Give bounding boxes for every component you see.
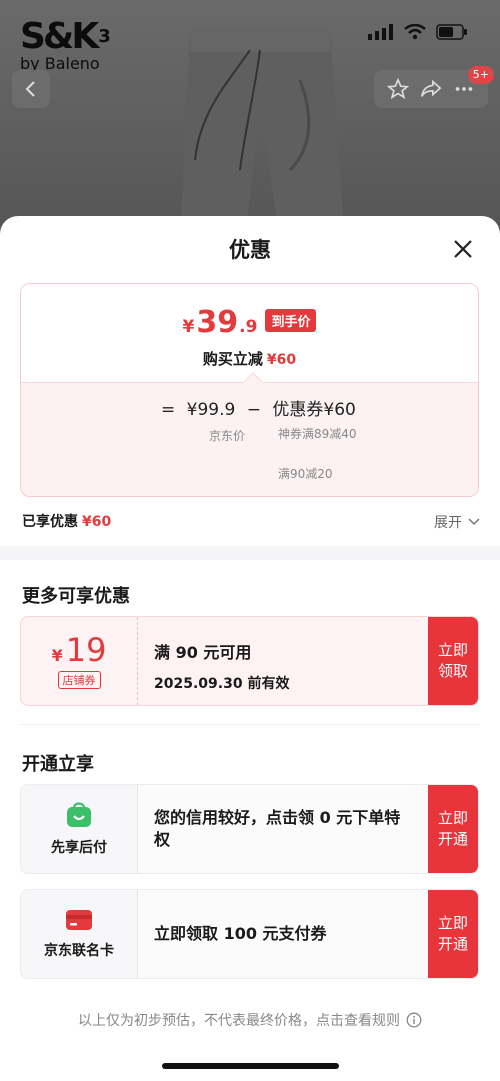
share-icon[interactable] [420, 78, 442, 100]
open-enjoy-title: 开通立享 [22, 754, 94, 775]
price-formula: = ¥99.9 − 优惠券¥60 [161, 400, 356, 420]
activate-pay-later-button[interactable]: 立即开通 [428, 785, 478, 873]
pay-later-desc: 您的信用较好，点击领 0 元下单特权 [138, 785, 428, 873]
coupon-condition: 满 90 元可用 [154, 643, 252, 662]
final-price-tag: 到手价 [265, 309, 317, 332]
store-coupon-card[interactable]: ¥ 19 店铺券 满 90 元可用 2025.09.30 前有效 立即领取 [20, 616, 479, 706]
chevron-left-icon [25, 81, 35, 97]
home-indicator [162, 1063, 339, 1069]
thin-divider [20, 724, 480, 725]
section-divider [0, 546, 500, 560]
discount-sheet: 优惠 ¥ 39 .9 到手价 购买立减¥60 = ¥99.9 − 优惠券¥60 [0, 216, 500, 1081]
more-discounts-title: 更多可享优惠 [22, 586, 130, 607]
activate-card-button[interactable]: 立即开通 [428, 890, 478, 978]
close-icon[interactable] [452, 238, 474, 260]
pay-later-label: 先享后付 [51, 840, 107, 856]
enjoyed-discount: 已享优惠 ¥60 [22, 514, 112, 530]
coupon-detail-a: 神券满89减40 [278, 427, 357, 441]
brand-logo: S&K 3 by Baleno [20, 16, 111, 74]
sheet-title: 优惠 [229, 238, 271, 262]
price-breakdown: = ¥99.9 − 优惠券¥60 京东价 神券满89减40 满90减20 [21, 382, 478, 496]
jd-price-label: 京东价 [209, 429, 246, 443]
co-branded-card-label: 京东联名卡 [44, 943, 114, 959]
co-branded-card-desc: 立即领取 100 元支付券 [138, 890, 428, 978]
battery-icon [436, 24, 467, 40]
price-summary-card: ¥ 39 .9 到手价 购买立减 ¥60 = ¥99.9 − 优惠券¥60 京东价… [20, 283, 479, 497]
reduce-info: 购买立减 ¥60 [202, 350, 297, 368]
final-price: ¥ 39 .9 到手价 [21, 308, 478, 338]
pay-later-card[interactable]: 先享后付 您的信用较好，点击领 0 元下单特权 立即开通 [20, 784, 479, 874]
coupon-detail-b: 满90减20 [278, 467, 333, 481]
cart-badge: 5+ [467, 66, 494, 84]
info-icon [406, 1012, 422, 1028]
coupon-amount: ¥ 19 [51, 631, 107, 669]
star-icon[interactable] [387, 78, 410, 100]
signal-icon [368, 24, 393, 40]
co-branded-card[interactable]: 京东联名卡 立即领取 100 元支付券 立即开通 [20, 889, 479, 979]
status-bar [368, 24, 468, 40]
rules-note[interactable]: 以上仅为初步预估，不代表最终价格，点击查看规则 [0, 1010, 500, 1030]
wifi-icon [404, 24, 426, 40]
coupon-expiry: 2025.09.30 前有效 [154, 676, 290, 692]
expand-button[interactable]: 展开 [434, 512, 480, 532]
chevron-down-icon [468, 518, 480, 526]
credit-card-icon [66, 910, 92, 930]
coupon-type-tag: 店铺券 [57, 671, 101, 689]
shopping-bag-icon [67, 802, 91, 827]
product-background: S&K 3 by Baleno 5+ [0, 0, 500, 240]
claim-coupon-button[interactable]: 立即领取 [428, 617, 478, 705]
product-image [180, 28, 345, 240]
back-button[interactable] [12, 70, 50, 108]
